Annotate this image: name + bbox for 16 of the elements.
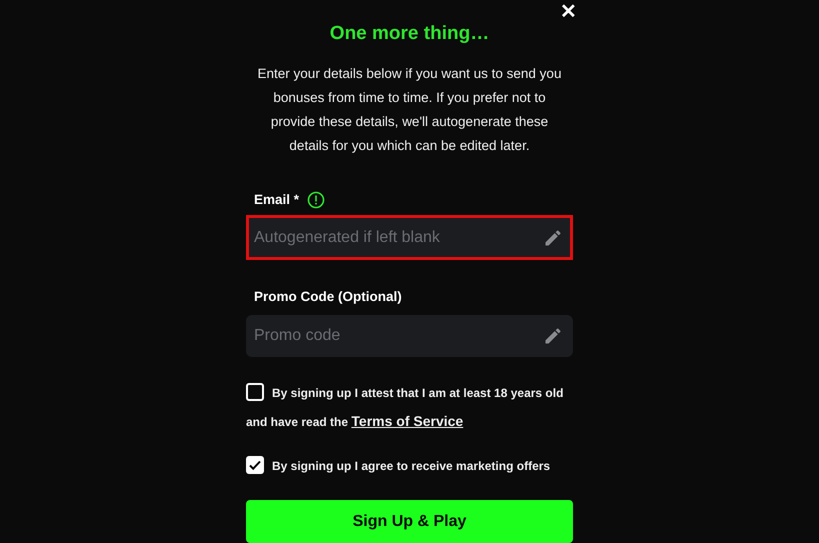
intro-text: Enter your details below if you want us to send you bonuses from time to time. If you prefer not to provide these details, we'll autogenerate these details for you which can be edited later.: [256, 65, 562, 155]
close-button[interactable]: ✕: [558, 0, 579, 24]
input-field[interactable]: Promo code: [246, 315, 573, 357]
pencil-icon: [543, 228, 563, 248]
consent-text: By signing up I agree to receive marketing offers: [246, 452, 573, 480]
checkmark-icon: [248, 458, 262, 472]
consent-text: By signing up I attest that I am at least 18 years old and have read the Terms of Service: [246, 379, 573, 436]
input-field[interactable]: Autogenerated if left blank: [246, 215, 573, 260]
checkbox[interactable]: [246, 383, 264, 402]
checkbox[interactable]: [246, 456, 264, 474]
field-label: Promo Code (Optional): [254, 288, 402, 306]
pencil-icon: [543, 326, 563, 346]
sign-up-button[interactable]: Sign Up & Play: [246, 500, 573, 543]
terms-link[interactable]: Terms of Service: [351, 413, 464, 429]
field-label: Email *: [254, 190, 300, 209]
dialog-title: One more thing…: [330, 22, 490, 46]
